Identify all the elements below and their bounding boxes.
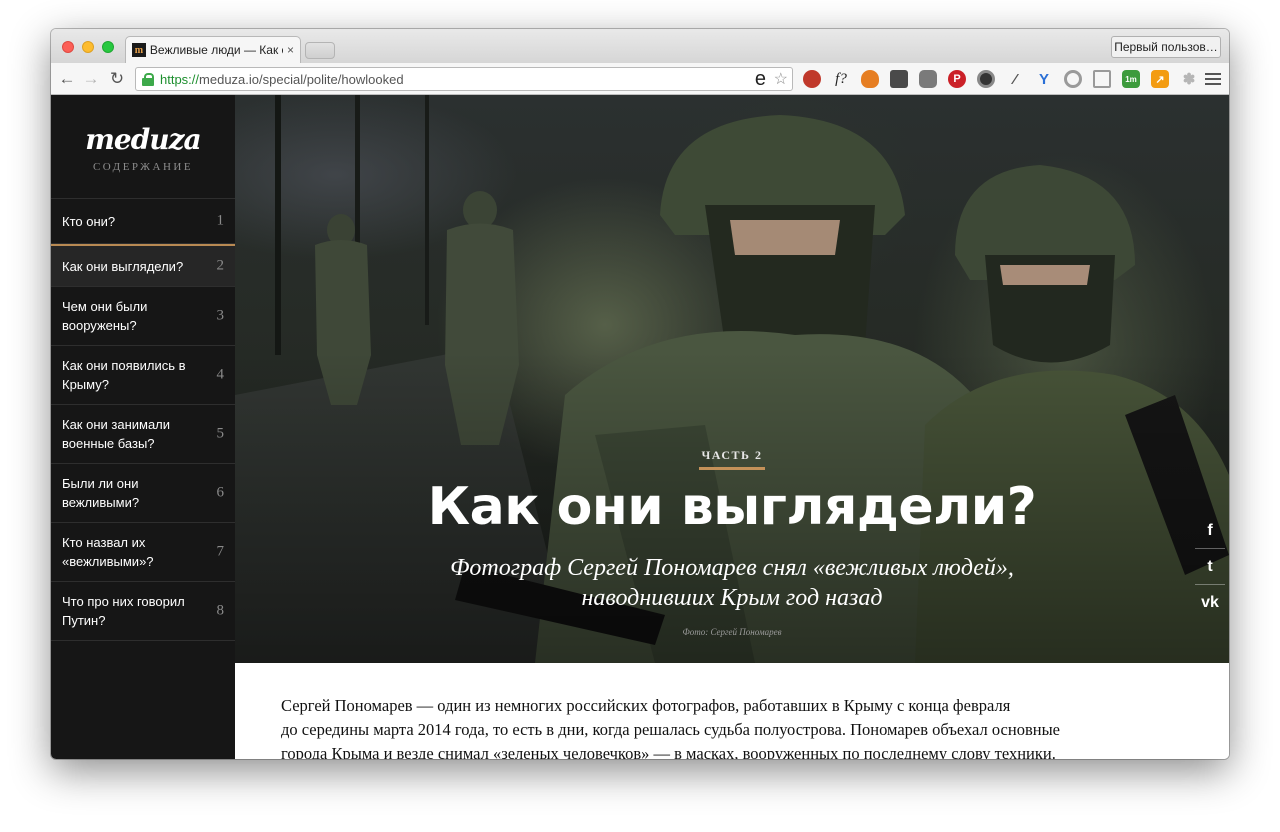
bookmark-star-icon[interactable]: ☆ [774, 69, 788, 91]
toc-item-label: Кто они? [62, 213, 116, 229]
url-scheme: https:// [160, 71, 200, 87]
meduza-logo[interactable]: meduza [51, 123, 235, 156]
toc-item-8[interactable]: Что про них говорил Путин? 8 [51, 582, 235, 641]
facebook-icon[interactable]: f [1195, 513, 1225, 549]
toc-item-number: 5 [216, 425, 225, 442]
evernote-icon[interactable] [890, 70, 908, 88]
ring-icon[interactable] [1064, 70, 1082, 88]
toc-caption: СОДЕРЖАНИЕ [92, 161, 194, 173]
profile-button[interactable]: Первый пользов… [1111, 36, 1221, 58]
forward-arrow-icon[interactable]: → [81, 69, 101, 89]
back-arrow-icon[interactable]: ← [57, 69, 77, 89]
pinterest-icon[interactable]: P [948, 70, 966, 88]
reload-icon[interactable]: ↻ [107, 69, 127, 89]
article-paragraph: Сергей Пономарев — один из немногих росс… [281, 694, 1183, 759]
y-icon[interactable]: Y [1035, 70, 1053, 88]
share-buttons: f t vk [1195, 513, 1225, 621]
article-line-1: Сергей Пономарев — один из немногих росс… [281, 696, 1011, 715]
article-line-2: до середины марта 2014 года, то есть в д… [281, 720, 1060, 739]
subtitle-line-2: наводнивших Крым год назад [581, 585, 883, 611]
page-subtitle: Фотограф Сергей Пономарев снял «вежливых… [385, 553, 1079, 613]
page-title: Как они выглядели? [427, 477, 1037, 537]
toc-item-label: Как они выглядели? [62, 258, 184, 274]
toc-item-number: 3 [216, 307, 225, 324]
toc-item-label: Как они занимали военные базы? [62, 417, 171, 451]
feedly-icon[interactable]: 1m [1122, 70, 1140, 88]
close-window-button[interactable] [62, 41, 74, 53]
sidebar: meduza СОДЕРЖАНИЕ Кто они? 1 Как они выг… [51, 95, 235, 759]
menu-icon[interactable] [1205, 70, 1221, 88]
vk-icon[interactable]: vk [1195, 585, 1225, 621]
tab-title: Вежливые люди — Как они выглядели? [149, 43, 283, 57]
browser-tab[interactable]: m Вежливые люди — Как они выглядели? × [125, 36, 301, 63]
tab-close-icon[interactable]: × [287, 43, 294, 57]
part-label: ЧАСТЬ 2 [701, 448, 763, 462]
photo-credit: Фото: Сергей Пономарев [682, 627, 782, 637]
address-bar[interactable]: https://meduza.io/special/polite/howlook… [135, 67, 793, 91]
extension-icons: f? P ⁄ Y 1m ↗ ✽ [803, 70, 1198, 88]
lock-icon [142, 72, 154, 86]
ublock-icon[interactable] [803, 70, 821, 88]
subtitle-line-1: Фотограф Сергей Пономарев снял «вежливых… [450, 555, 1014, 581]
toc-item-2[interactable]: Как они выглядели? 2 [51, 244, 235, 287]
article-line-3: города Крыма и везде снимал «зеленых чел… [281, 744, 1056, 759]
toc-item-label: Были ли они вежливыми? [62, 476, 140, 510]
eyedropper-icon[interactable]: ⁄ [1006, 70, 1024, 88]
toc-item-1[interactable]: Кто они? 1 [51, 199, 235, 244]
tab-bar: m Вежливые люди — Как они выглядели? × П… [51, 29, 1229, 63]
toc-item-4[interactable]: Как они появились в Крыму? 4 [51, 346, 235, 405]
toc-item-label: Чем они были вооружены? [62, 299, 148, 333]
stats-icon[interactable]: ↗ [1151, 70, 1169, 88]
toc-item-number: 1 [216, 212, 225, 229]
toc-item-number: 7 [216, 543, 225, 560]
camera-icon[interactable] [977, 70, 995, 88]
toc-item-number: 8 [216, 602, 225, 619]
toc-item-label: Как они появились в Крыму? [62, 358, 186, 392]
toc-item-5[interactable]: Как они занимали военные базы? 5 [51, 405, 235, 464]
part-divider [699, 467, 765, 470]
toc-item-6[interactable]: Были ли они вежливыми? 6 [51, 464, 235, 523]
toc-item-label: Что про них говорил Путин? [62, 594, 185, 628]
hero-photo: ЧАСТЬ 2 Как они выглядели? Фотограф Серг… [235, 95, 1229, 663]
minimize-window-button[interactable] [82, 41, 94, 53]
flame-icon[interactable] [861, 70, 879, 88]
url-path: meduza.io/special/polite/howlooked [199, 71, 404, 87]
toc-item-number: 4 [216, 366, 225, 383]
zoom-window-button[interactable] [102, 41, 114, 53]
meduza-favicon-icon: m [132, 43, 146, 57]
toc-item-3[interactable]: Чем они были вооружены? 3 [51, 287, 235, 346]
twitter-icon[interactable]: t [1195, 549, 1225, 585]
toc-item-label: Кто назвал их «вежливыми»? [62, 535, 154, 569]
page: meduza СОДЕРЖАНИЕ Кто они? 1 Как они выг… [51, 95, 1229, 759]
toc-item-number: 2 [216, 257, 225, 274]
pocket-icon[interactable] [919, 70, 937, 88]
paw-icon[interactable]: ✽ [1180, 70, 1198, 88]
new-tab-button[interactable] [305, 42, 335, 59]
toc-list: Кто они? 1 Как они выглядели? 2 Чем они … [51, 198, 235, 641]
browser-window: m Вежливые люди — Как они выглядели? × П… [51, 29, 1229, 759]
f-question-icon[interactable]: f? [832, 70, 850, 88]
url-text[interactable]: https://meduza.io/special/polite/howlook… [160, 72, 404, 87]
toc-item-7[interactable]: Кто назвал их «вежливыми»? 7 [51, 523, 235, 582]
e-extension-icon[interactable]: e [755, 68, 766, 90]
browser-toolbar: ← → ↻ https://meduza.io/special/polite/h… [51, 63, 1229, 95]
article-body: Сергей Пономарев — один из немногих росс… [235, 663, 1229, 759]
reader-icon[interactable] [1093, 70, 1111, 88]
toc-item-number: 6 [216, 484, 225, 501]
